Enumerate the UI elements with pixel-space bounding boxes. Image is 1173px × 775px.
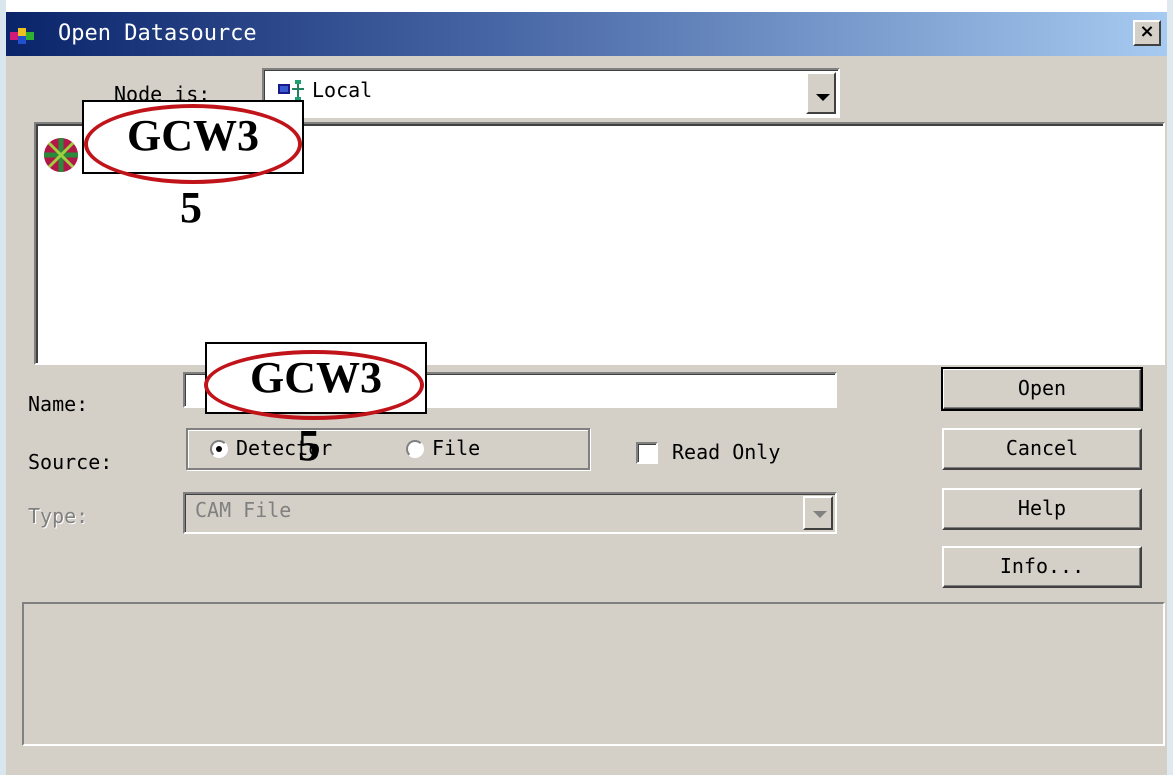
- type-value: CAM File: [195, 498, 292, 522]
- help-button[interactable]: Help: [942, 488, 1142, 530]
- read-only-label[interactable]: Read Only: [672, 440, 780, 464]
- background-right-strip: [1167, 0, 1173, 775]
- source-radio-group: Detector File: [186, 428, 590, 470]
- cancel-button[interactable]: Cancel: [942, 428, 1142, 470]
- radio-file-label[interactable]: File: [432, 436, 480, 460]
- type-dropdown[interactable]: CAM File: [183, 492, 837, 534]
- close-button[interactable]: ×: [1133, 20, 1161, 46]
- status-panel: [22, 602, 1165, 746]
- source-label: Source:: [28, 450, 113, 474]
- type-label: Type:: [28, 504, 89, 528]
- open-button[interactable]: Open: [941, 367, 1143, 411]
- name-label: Name:: [28, 392, 89, 416]
- close-icon: ×: [1139, 21, 1155, 42]
- read-only-checkbox[interactable]: [636, 442, 658, 464]
- network-node-icon: [278, 80, 304, 101]
- detector-node-icon: [44, 138, 78, 172]
- annotation-number: 5: [298, 421, 320, 470]
- app-icon: [10, 28, 34, 44]
- info-button[interactable]: Info...: [942, 546, 1142, 588]
- annotation-highlight-ellipse: [84, 104, 302, 184]
- radio-selected-dot: [216, 446, 222, 452]
- chevron-down-icon: [816, 94, 830, 101]
- annotation-number: 5: [180, 183, 202, 232]
- chevron-down-icon: [813, 511, 827, 518]
- annotation-highlight-ellipse: [204, 350, 424, 420]
- node-value: Local: [312, 78, 373, 102]
- type-dropdown-button[interactable]: [803, 496, 833, 530]
- node-dropdown[interactable]: Local: [262, 68, 840, 118]
- radio-detector[interactable]: [210, 440, 228, 458]
- title-bar[interactable]: Open Datasource ×: [6, 12, 1167, 56]
- window-title: Open Datasource: [58, 21, 257, 46]
- radio-file[interactable]: [406, 440, 424, 458]
- node-dropdown-button[interactable]: [806, 72, 836, 114]
